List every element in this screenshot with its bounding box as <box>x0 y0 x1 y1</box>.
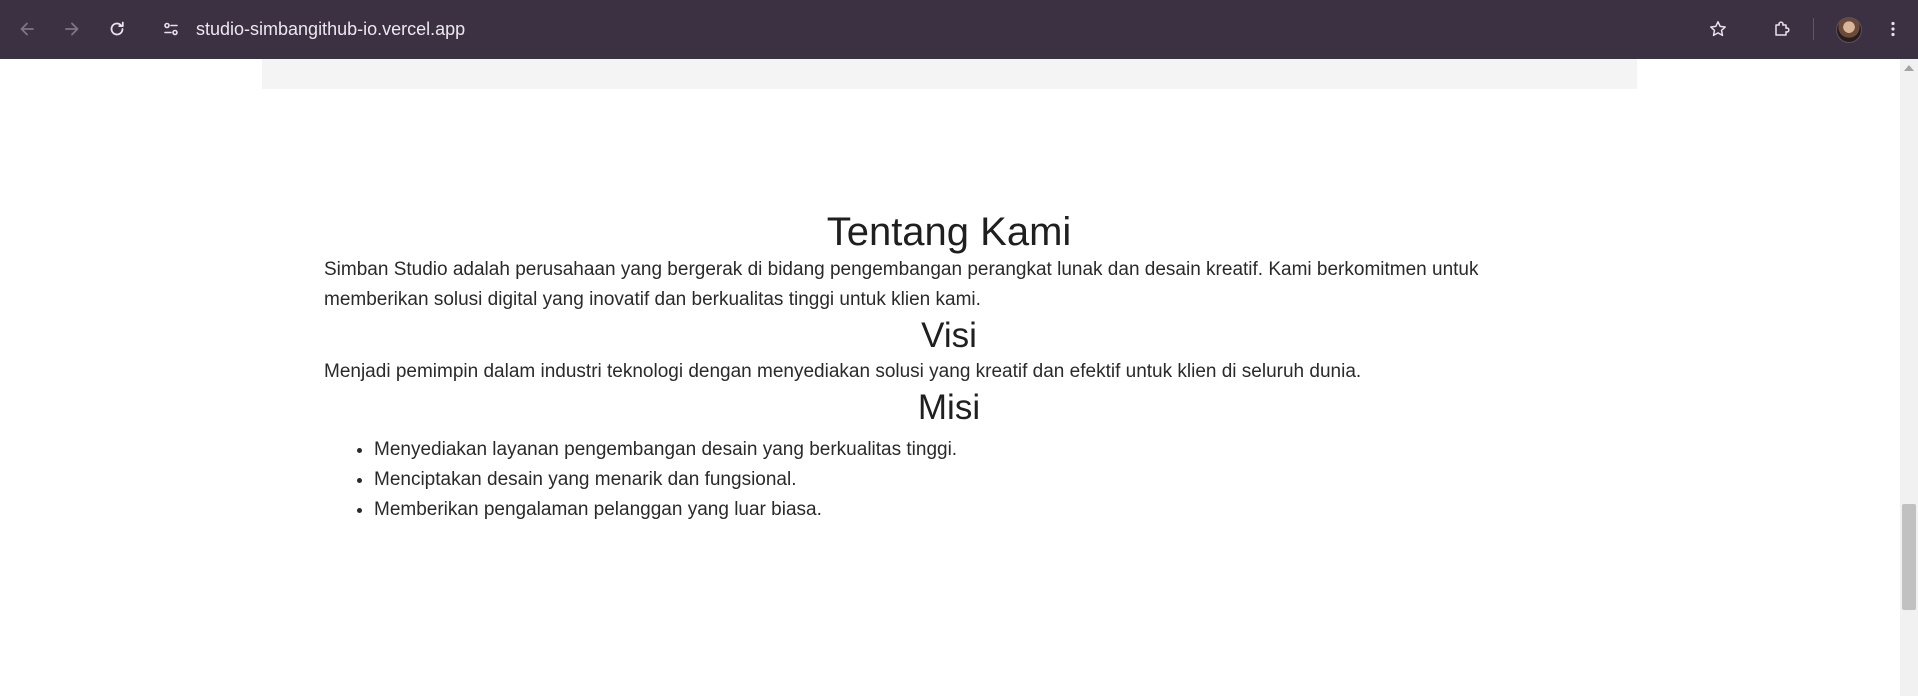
vertical-scrollbar[interactable] <box>1900 59 1918 696</box>
about-section: Tentang Kami Simban Studio adalah perusa… <box>324 209 1574 525</box>
about-title: Tentang Kami <box>826 210 1072 254</box>
misi-list: Menyediakan layanan pengembangan desain … <box>324 435 1574 525</box>
address-bar-url[interactable]: studio-simbangithub-io.vercel.app <box>196 19 465 40</box>
forward-arrow-icon <box>65 22 79 36</box>
extensions-button[interactable] <box>1765 12 1799 46</box>
visi-text: Menjadi pemimpin dalam industri teknolog… <box>324 361 1362 382</box>
misi-item: Memberikan pengalaman pelanggan yang lua… <box>374 495 1574 525</box>
visi-title: Visi <box>921 316 977 355</box>
scroll-up-arrow-icon[interactable] <box>1904 65 1914 71</box>
extensions-icon <box>1775 21 1790 36</box>
scrollbar-thumb[interactable] <box>1902 504 1916 610</box>
reload-button[interactable] <box>100 12 134 46</box>
site-info-button[interactable] <box>154 12 188 46</box>
misi-title: Misi <box>917 388 981 427</box>
site-settings-icon <box>164 22 178 36</box>
more-vert-icon <box>1891 21 1895 37</box>
forward-button[interactable] <box>55 12 89 46</box>
about-description: Simban Studio adalah perusahaan yang ber… <box>324 259 1479 310</box>
previous-section-band <box>262 59 1637 89</box>
misi-item: Menyediakan layanan pengembangan desain … <box>374 435 1574 465</box>
back-button[interactable] <box>10 12 44 46</box>
page-viewport: Tentang Kami Simban Studio adalah perusa… <box>0 59 1900 696</box>
bookmark-button[interactable] <box>1701 12 1735 46</box>
menu-button[interactable] <box>1876 12 1910 46</box>
toolbar-divider <box>1813 18 1814 40</box>
back-arrow-icon <box>20 22 34 36</box>
reload-icon <box>110 21 124 36</box>
browser-toolbar: studio-simbangithub-io.vercel.app <box>0 0 1918 59</box>
misi-item: Menciptakan desain yang menarik dan fung… <box>374 465 1574 495</box>
star-icon <box>1710 21 1726 37</box>
avatar[interactable] <box>1836 17 1862 43</box>
